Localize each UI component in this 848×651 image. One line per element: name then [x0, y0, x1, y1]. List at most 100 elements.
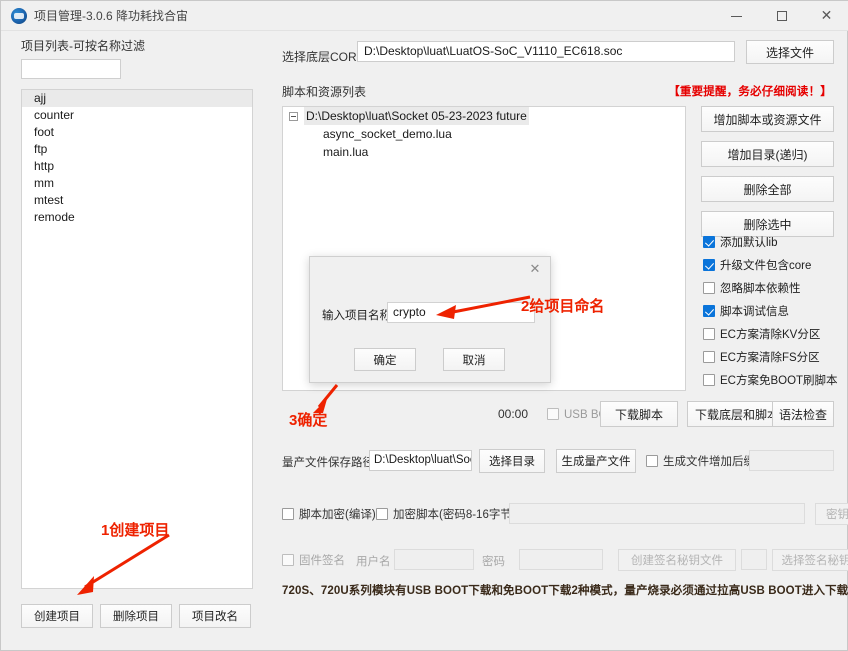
checkbox-add-suffix[interactable]: 生成文件增加后缀 [646, 453, 755, 469]
checkbox-icon[interactable] [703, 282, 715, 294]
signature-row: 固件签名 用户名 密码 创建签名秘钥文件 选择签名秘钥文件 [282, 549, 848, 572]
signature-key-path-field[interactable] [741, 549, 767, 570]
list-item[interactable]: http [22, 158, 252, 175]
list-item[interactable]: mtest [22, 192, 252, 209]
checkbox-label: 加密脚本(密码8-16字节) [393, 509, 516, 521]
create-signature-key-button[interactable]: 创建签名秘钥文件 [618, 549, 736, 571]
checkbox-icon[interactable] [282, 508, 294, 520]
window-title: 项目管理-3.0.6 降功耗找合宙 [34, 9, 189, 23]
download-script-button[interactable]: 下载脚本 [600, 401, 678, 427]
dialog-input-label: 输入项目名称 [322, 310, 391, 322]
annotation-arrow-1 [77, 533, 170, 595]
checkbox-icon[interactable] [703, 259, 715, 271]
checkbox-icon[interactable] [703, 351, 715, 363]
checkbox-script-encrypt[interactable]: 加密脚本(密码8-16字节) [376, 506, 516, 522]
checkbox-label: 固件签名 [299, 555, 345, 567]
username-field[interactable] [394, 549, 474, 570]
maximize-button[interactable] [759, 1, 804, 31]
checkbox-icon[interactable] [703, 305, 715, 317]
project-manager-window: 项目管理-3.0.6 降功耗找合宙 ✕ 项目列表-可按名称过滤 ajj coun… [0, 0, 848, 651]
tree-root-row[interactable]: D:\Desktop\luat\Socket 05-23-2023 future [283, 107, 685, 125]
checkbox-label: 添加默认lib [720, 237, 778, 249]
tree-item[interactable]: async_socket_demo.lua [283, 125, 685, 143]
tree-root-label: D:\Desktop\luat\Socket 05-23-2023 future [304, 107, 529, 125]
dialog-close-button[interactable]: ✕ [526, 261, 544, 277]
checkbox-ec-bootless-flash[interactable]: EC方案免BOOT刷脚本 [703, 372, 843, 388]
minimize-icon [731, 15, 742, 17]
syntax-check-button[interactable]: 语法检查 [772, 401, 834, 427]
mass-production-row: 量产文件保存路径 D:\Desktop\luat\Sock 选择目录 生成量产文… [282, 449, 834, 473]
annotation-arrow-2 [436, 295, 531, 319]
add-script-or-resource-button[interactable]: 增加脚本或资源文件 [701, 106, 834, 132]
collapse-toggle-icon[interactable] [289, 111, 298, 121]
create-project-button[interactable]: 创建项目 [21, 604, 93, 628]
dialog-ok-button[interactable]: 确定 [354, 348, 416, 371]
annotation-arrow-3 [313, 384, 339, 413]
checkbox-ignore-dependency[interactable]: 忽略脚本依赖性 [703, 280, 843, 296]
project-filter-input[interactable] [21, 59, 121, 79]
checkbox-label: EC方案清除KV分区 [720, 329, 821, 341]
checkbox-icon[interactable] [547, 408, 559, 420]
mass-production-path-label: 量产文件保存路径 [282, 457, 374, 469]
list-item[interactable]: counter [22, 107, 252, 124]
title-bar: 项目管理-3.0.6 降功耗找合宙 ✕ [1, 1, 848, 31]
list-item[interactable]: ajj [22, 90, 252, 107]
delete-all-button[interactable]: 删除全部 [701, 176, 834, 202]
minimize-button[interactable] [714, 1, 759, 31]
password-label: 密码 [482, 556, 505, 568]
choose-file-button[interactable]: 选择文件 [746, 40, 834, 64]
resource-list-label: 脚本和资源列表 [282, 85, 367, 99]
encrypt-password-input[interactable] [509, 503, 805, 524]
checkbox-label: 脚本加密(编译) [299, 509, 376, 521]
suffix-input[interactable] [749, 450, 834, 471]
checkbox-label: 忽略脚本依赖性 [720, 283, 801, 295]
checkbox-icon[interactable] [646, 455, 658, 467]
delete-project-button[interactable]: 删除项目 [100, 604, 172, 628]
build-options-checkboxes: 添加默认lib 升级文件包含core 忽略脚本依赖性 脚本调试信息 EC方案清除… [703, 234, 843, 395]
checkbox-script-debug-info[interactable]: 脚本调试信息 [703, 303, 843, 319]
checkbox-script-compile[interactable]: 脚本加密(编译) [282, 506, 376, 522]
project-action-buttons: 创建项目 删除项目 项目改名 [21, 604, 253, 628]
project-list[interactable]: ajj counter foot ftp http mm mtest remod… [21, 89, 253, 589]
rename-project-button[interactable]: 项目改名 [179, 604, 251, 628]
checkbox-add-default-lib[interactable]: 添加默认lib [703, 234, 843, 250]
checkbox-ec-clear-fs[interactable]: EC方案清除FS分区 [703, 349, 843, 365]
bottom-note: 720S、720U系列模块有USB BOOT下载和免BOOT下载2种模式，量产烧… [282, 585, 848, 597]
checkbox-icon[interactable] [703, 328, 715, 340]
core-path-input[interactable]: D:\Desktop\luat\LuatOS-SoC_V1110_EC618.s… [357, 41, 735, 62]
checkbox-firmware-signature[interactable]: 固件签名 [282, 552, 345, 568]
list-item[interactable]: foot [22, 124, 252, 141]
add-directory-button[interactable]: 增加目录(递归) [701, 141, 834, 167]
checkbox-icon[interactable] [376, 508, 388, 520]
checkbox-label: EC方案清除FS分区 [720, 352, 820, 364]
checkbox-icon[interactable] [703, 374, 715, 386]
choose-directory-button[interactable]: 选择目录 [479, 449, 545, 473]
checkbox-label: 脚本调试信息 [720, 306, 789, 318]
list-item[interactable]: ftp [22, 141, 252, 158]
generate-production-file-button[interactable]: 生成量产文件 [556, 449, 636, 473]
username-label: 用户名 [356, 556, 391, 568]
encrypt-row: 脚本加密(编译) 加密脚本(密码8-16字节) 密钥文件 [282, 503, 848, 526]
dialog-cancel-button[interactable]: 取消 [443, 348, 505, 371]
select-signature-key-button[interactable]: 选择签名秘钥文件 [772, 549, 848, 571]
project-list-label: 项目列表-可按名称过滤 [21, 39, 145, 53]
list-item[interactable]: mm [22, 175, 252, 192]
app-logo-icon [11, 7, 27, 24]
checkbox-include-core[interactable]: 升级文件包含core [703, 257, 843, 273]
maximize-icon [776, 11, 787, 21]
tree-item[interactable]: main.lua [283, 143, 685, 161]
checkbox-ec-clear-kv[interactable]: EC方案清除KV分区 [703, 326, 843, 342]
password-field[interactable] [519, 549, 603, 570]
close-button[interactable]: ✕ [804, 1, 848, 31]
checkbox-icon[interactable] [282, 554, 294, 566]
list-item[interactable]: remode [22, 209, 252, 226]
mass-production-path-input[interactable]: D:\Desktop\luat\Sock [369, 450, 472, 471]
checkbox-label: EC方案免BOOT刷脚本 [720, 375, 838, 387]
checkbox-icon[interactable] [703, 236, 715, 248]
core-label: 选择底层CORE [282, 50, 365, 64]
key-file-button[interactable]: 密钥文件 [815, 503, 848, 525]
download-row: 00:00 USB BOOT下载 下载脚本 下载底层和脚本 语法检查 [282, 401, 834, 427]
checkbox-label: 升级文件包含core [720, 260, 812, 272]
close-icon: ✕ [820, 8, 833, 24]
important-warning-text: 【重要提醒，务必仔细阅读！】 [668, 86, 832, 98]
